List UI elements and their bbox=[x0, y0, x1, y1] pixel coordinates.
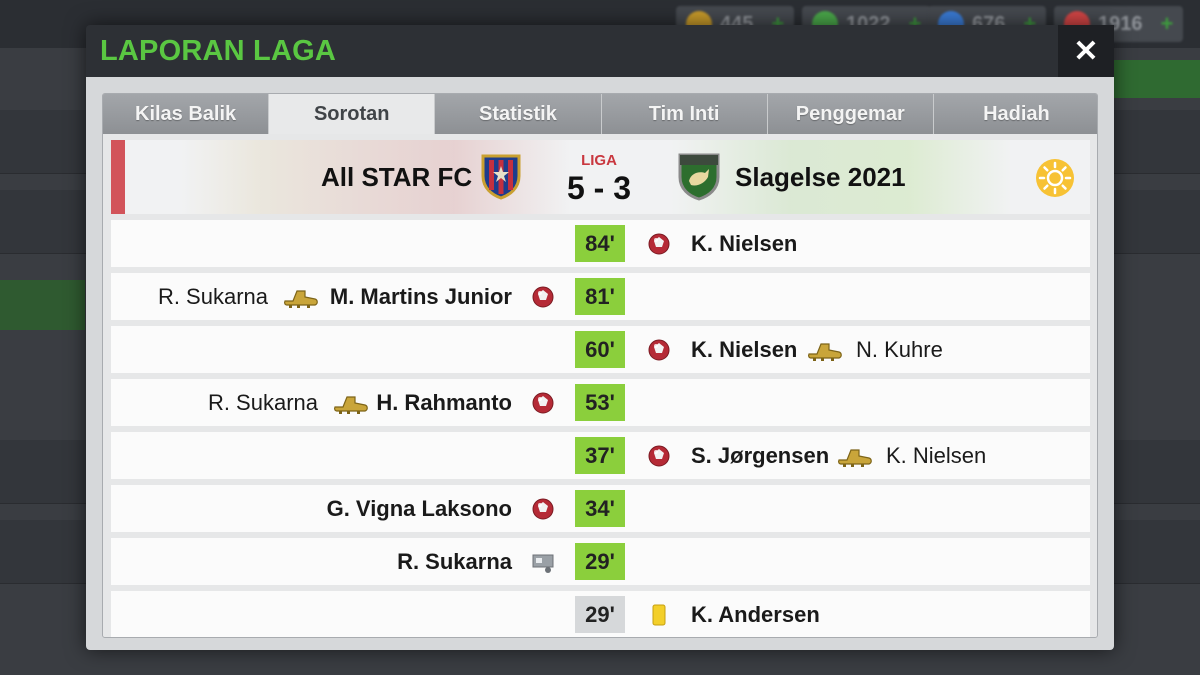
close-icon: ✕ bbox=[1073, 34, 1099, 68]
event-assist: N. Kuhre bbox=[856, 336, 943, 362]
event-row: 60' K. Nielsen N. Kuhre bbox=[111, 326, 1090, 373]
event-row: R. Sukarna 29' bbox=[111, 538, 1090, 585]
event-player: K. Nielsen bbox=[691, 230, 798, 256]
event-row: 29' K. Andersen bbox=[111, 591, 1090, 637]
home-team-name: All STAR FC bbox=[321, 162, 473, 192]
event-minute: 53' bbox=[575, 384, 625, 421]
tab-penggemar[interactable]: Penggemar bbox=[767, 94, 934, 134]
event-row: 84' K. Nielsen bbox=[111, 220, 1090, 267]
event-minute: 29' bbox=[575, 543, 625, 580]
ball-icon bbox=[532, 498, 554, 520]
event-minute: 84' bbox=[575, 225, 625, 262]
ball-icon bbox=[648, 233, 670, 255]
boot-icon bbox=[838, 449, 872, 467]
event-minute: 37' bbox=[575, 437, 625, 474]
dialog-title: LAPORAN LAGA bbox=[100, 35, 337, 67]
score-banner: All STAR FC LIGA 5 - 3 Slagelse 2021 bbox=[111, 140, 1090, 214]
boot-icon bbox=[808, 343, 842, 361]
ball-icon bbox=[532, 392, 554, 414]
tab-sorotan[interactable]: Sorotan bbox=[269, 94, 436, 134]
dialog-body: Kilas Balik Sorotan Statistik Tim Inti P… bbox=[86, 77, 1114, 650]
yellow-card-icon bbox=[652, 604, 666, 626]
event-minute: 81' bbox=[575, 278, 625, 315]
boot-icon bbox=[284, 290, 318, 308]
highlights-content[interactable]: All STAR FC LIGA 5 - 3 Slagelse 2021 84'… bbox=[103, 134, 1097, 637]
competition-label: LIGA bbox=[581, 152, 617, 169]
sun-icon bbox=[1036, 159, 1074, 197]
event-row: R. Sukarna H. Rahmanto 53' bbox=[111, 379, 1090, 426]
home-accent-bar bbox=[111, 140, 125, 214]
match-score: 5 - 3 bbox=[566, 170, 632, 206]
event-row: G. Vigna Laksono 34' bbox=[111, 485, 1090, 532]
event-row: R. Sukarna M. Martins Junior 81' bbox=[111, 273, 1090, 320]
tab-statistik[interactable]: Statistik bbox=[435, 94, 602, 134]
tab-kilas-balik[interactable]: Kilas Balik bbox=[103, 94, 270, 134]
event-assist: K. Nielsen bbox=[886, 442, 987, 468]
home-crest-icon bbox=[481, 154, 521, 200]
background-green-button bbox=[1110, 60, 1200, 98]
away-crest-icon bbox=[678, 153, 720, 201]
tab-hadiah[interactable]: Hadiah bbox=[933, 94, 1097, 134]
event-player: H. Rahmanto bbox=[376, 389, 512, 415]
event-assist: R. Sukarna bbox=[157, 283, 268, 309]
event-player: G. Vigna Laksono bbox=[326, 495, 512, 521]
event-minute: 29' bbox=[575, 596, 625, 633]
event-minute: 34' bbox=[575, 490, 625, 527]
boot-icon bbox=[334, 396, 368, 414]
tab-bar: Kilas Balik Sorotan Statistik Tim Inti P… bbox=[103, 94, 1097, 134]
penalty-icon bbox=[532, 554, 554, 573]
event-player: S. Jørgensen bbox=[691, 442, 830, 468]
event-player: K. Andersen bbox=[691, 601, 820, 627]
event-player: M. Martins Junior bbox=[329, 283, 512, 309]
ball-icon bbox=[532, 286, 554, 308]
plus-icon: + bbox=[1160, 11, 1174, 36]
ball-icon bbox=[648, 445, 670, 467]
match-report-dialog: LAPORAN LAGA ✕ Kilas Balik Sorotan Stati… bbox=[86, 25, 1114, 650]
report-panel: Kilas Balik Sorotan Statistik Tim Inti P… bbox=[102, 93, 1098, 638]
event-player: K. Nielsen bbox=[691, 336, 798, 362]
tab-tim-inti[interactable]: Tim Inti bbox=[601, 94, 768, 134]
ball-icon bbox=[648, 339, 670, 361]
background-green-panel bbox=[0, 280, 85, 330]
event-assist: R. Sukarna bbox=[207, 389, 318, 415]
event-row: 37' S. Jørgensen K. Nielsen bbox=[111, 432, 1090, 479]
event-minute: 60' bbox=[575, 331, 625, 368]
close-button[interactable]: ✕ bbox=[1058, 25, 1114, 77]
event-player: R. Sukarna bbox=[397, 548, 512, 574]
away-team-name: Slagelse 2021 bbox=[735, 162, 906, 192]
